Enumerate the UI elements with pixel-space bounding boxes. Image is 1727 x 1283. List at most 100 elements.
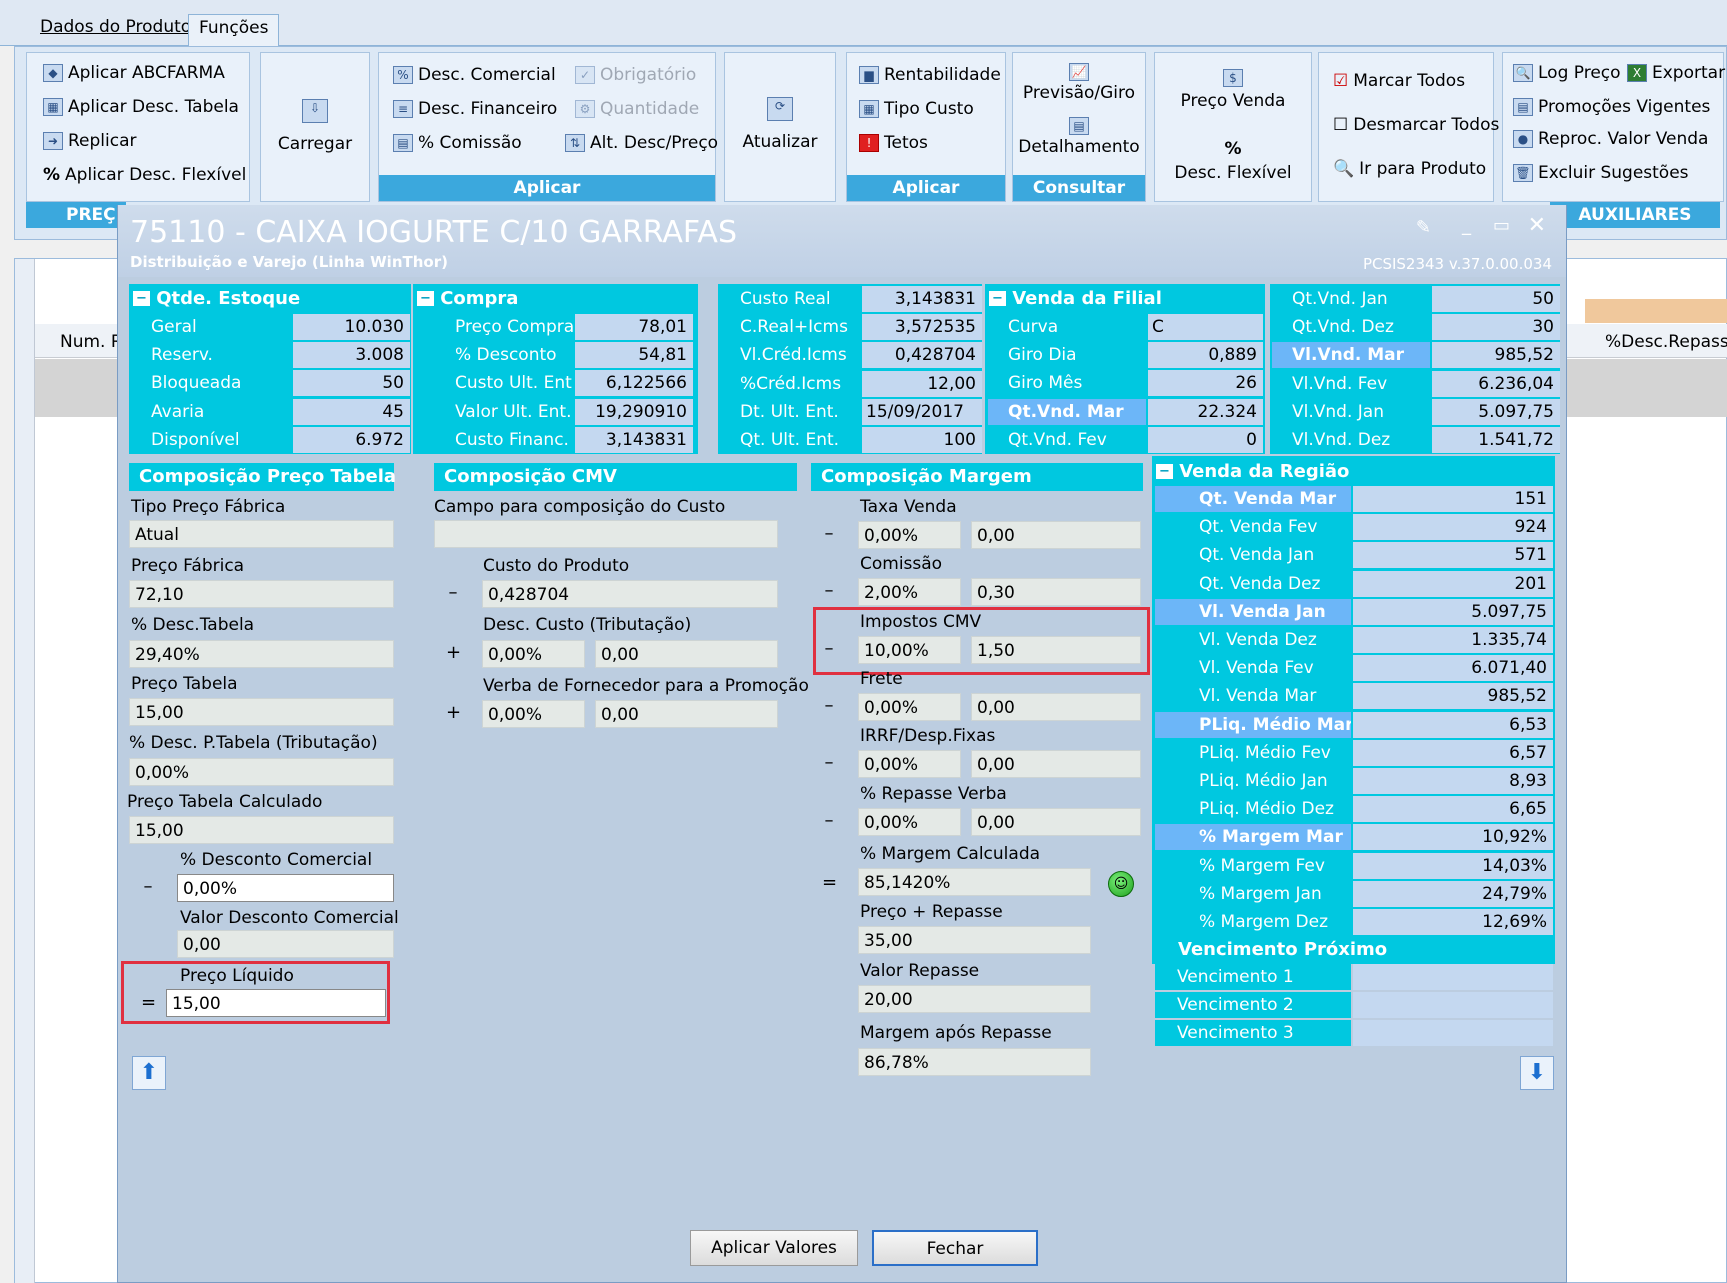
maximize-icon[interactable]: ▭ [1493,215,1510,236]
dialog-title: 75110 - CAIXA IOGURTE C/10 GARRAFAS [130,215,738,250]
carregar-button[interactable]: ⇩ Carregar [261,99,369,154]
detalhamento-button[interactable]: ▤ Detalhamento [1013,117,1145,157]
verba-percent-field[interactable]: 0,00% [482,700,585,728]
desc-custo-percent-field[interactable]: 0,00% [482,640,585,668]
regiao-row-value: 6,57 [1353,739,1553,766]
promocoes-vigentes-button[interactable]: ▤ Promoções Vigentes [1513,97,1710,117]
group-auxiliares: 🔍 Log Preço X Exportar ▤ Promoções Vigentes… [1502,52,1725,202]
exportar-button[interactable]: X Exportar [1627,63,1725,83]
regiao-row-value: 5.097,75 [1353,598,1553,625]
aplicar-desc-flexivel-button[interactable]: % Aplicar Desc. Flexível [43,165,246,185]
custo-produto-field[interactable]: 0,428704 [482,580,778,608]
preco-fabrica-field[interactable]: 72,10 [129,580,394,608]
aplicar-desc-tabela-button[interactable]: ▦ Aplicar Desc. Tabela [43,97,239,117]
tetos-button[interactable]: ! Tetos [859,133,928,153]
scroll-up-button[interactable]: ⬆ [132,1056,166,1090]
desc-financeiro-button[interactable]: ≡ Desc. Financeiro [393,99,557,119]
obrigatorio-button[interactable]: ✓ Obrigatório [575,65,696,85]
desmarcar-todos-button[interactable]: ☐ Desmarcar Todos [1333,115,1499,135]
margem-apos-repasse-label: Margem após Repasse [860,1023,1052,1043]
tipo-custo-button[interactable]: ▦ Tipo Custo [859,99,974,119]
arrow-up-icon: ⬆ [139,1060,159,1085]
load-icon: ⇩ [302,99,328,123]
regiao-row-label: Qt. Venda Fev [1155,514,1351,541]
aplicar-abcfarma-button[interactable]: ◆ Aplicar ABCFARMA [43,63,225,83]
desc-comercial-label: % Desconto Comercial [180,850,373,870]
fechar-button[interactable]: Fechar [872,1230,1038,1266]
rentabilidade-button[interactable]: ▆ Rentabilidade [859,65,1001,85]
desc-tabela-field[interactable]: 29,40% [129,640,394,668]
valor-desc-comercial-field[interactable]: 0,00 [177,930,394,958]
preco-liquido-input[interactable]: 15,00 [166,989,386,1017]
margem-row-value[interactable]: 0,00 [971,750,1141,778]
campo-custo-field[interactable] [434,520,778,548]
grid-side-strip [15,259,35,1283]
minus-operator: – [824,580,834,601]
preco-tabela-field[interactable]: 15,00 [129,698,394,726]
log-preco-button[interactable]: 🔍 Log Preço [1513,63,1621,83]
margem-row-value[interactable]: 0,00 [971,808,1141,836]
custo-row-value: 3,143831 [862,286,982,312]
preco-repasse-field[interactable]: 35,00 [858,926,1091,954]
scroll-down-button[interactable]: ⬇ [1520,1056,1554,1090]
compra-row-value: 19,290910 [575,398,693,425]
margem-apos-repasse-field[interactable]: 86,78% [858,1048,1091,1076]
desc-comercial-button[interactable]: % Desc. Comercial [393,65,556,85]
excluir-sugestoes-button[interactable]: 🗑 Excluir Sugestões [1513,163,1689,183]
margem-row-percent[interactable]: 10,00% [858,636,961,664]
desc-p-tabela-label: % Desc. P.Tabela (Tributação) [129,733,378,753]
desc-p-tabela-field[interactable]: 0,00% [129,758,394,786]
desc-custo-value-field[interactable]: 0,00 [595,640,778,668]
verba-value-field[interactable]: 0,00 [595,700,778,728]
vnd-row-value: 30 [1432,314,1560,341]
margem-row-value[interactable]: 1,50 [971,636,1141,664]
margem-row-percent[interactable]: 2,00% [858,578,961,606]
vnd-row-label: Vl.Vnd. Fev [1272,370,1430,397]
log-icon: 🔍 [1513,64,1533,82]
minimize-icon[interactable]: _ [1462,215,1471,236]
marcar-todos-button[interactable]: ☑ Marcar Todos [1333,71,1465,91]
regiao-row-value: 8,93 [1353,768,1553,794]
quantidade-button[interactable]: ⚙ Quantidade [575,99,699,119]
tab-funcoes[interactable]: Funções [188,14,280,47]
ir-para-produto-button[interactable]: 🔍 Ir para Produto [1333,159,1486,179]
margem-row-value[interactable]: 0,00 [971,521,1141,549]
margem-calculada-field[interactable]: 85,1420% [858,868,1091,896]
replicar-button[interactable]: ➜ Replicar [43,131,137,151]
button-label: Desc. Comercial [418,65,556,85]
desc-comercial-input[interactable]: 0,00% [177,874,394,902]
regiao-row-value: 14,03% [1353,852,1553,879]
margem-row-percent[interactable]: 0,00% [858,521,961,549]
edit-icon[interactable]: ✎ [1416,217,1431,238]
margem-row-value[interactable]: 0,30 [971,578,1141,606]
column-desc-repasse[interactable]: %Desc.Repasse [1605,332,1727,352]
alert-icon: ! [859,134,879,152]
equals-operator: = [822,872,838,893]
alt-desc-preco-button[interactable]: ⇅ Alt. Desc/Preço [565,133,718,153]
tab-dados-produto[interactable]: Dados do Produto [30,14,201,47]
button-label: Obrigatório [600,65,697,85]
margem-row-percent[interactable]: 0,00% [858,693,961,721]
smiley-icon: ☺ [1108,871,1134,897]
tipo-preco-field[interactable]: Atual [129,520,394,548]
equals-operator: = [141,992,157,1013]
vencimento-header: Vencimento Próximo [1152,936,1555,964]
reproc-valor-venda-button[interactable]: ● Reproc. Valor Venda [1513,129,1708,149]
button-label: Preço Venda [1180,91,1286,111]
close-icon[interactable]: ✕ [1528,213,1546,238]
margem-row-label: Impostos CMV [860,612,982,632]
previsao-giro-button[interactable]: 📈 Previsão/Giro [1013,63,1145,103]
aplicar-valores-button[interactable]: Aplicar Valores [690,1230,858,1266]
margem-row-percent[interactable]: 0,00% [858,750,961,778]
regiao-row-label: % Margem Jan [1155,880,1351,907]
valor-repasse-field[interactable]: 20,00 [858,985,1091,1013]
atualizar-button[interactable]: ⟳ Atualizar [725,97,835,152]
tab-label: Funções [199,18,269,38]
desc-flexivel-button[interactable]: % Desc. Flexível [1155,139,1311,183]
preco-venda-button[interactable]: $ Preço Venda [1155,69,1311,111]
comissao-button[interactable]: ▤ % Comissão [393,133,522,153]
margem-row-percent[interactable]: 0,00% [858,808,961,836]
filial-row-label: Qt.Vnd. Mar [988,398,1146,425]
preco-tabela-calc-field[interactable]: 15,00 [129,816,394,844]
margem-row-value[interactable]: 0,00 [971,693,1141,721]
